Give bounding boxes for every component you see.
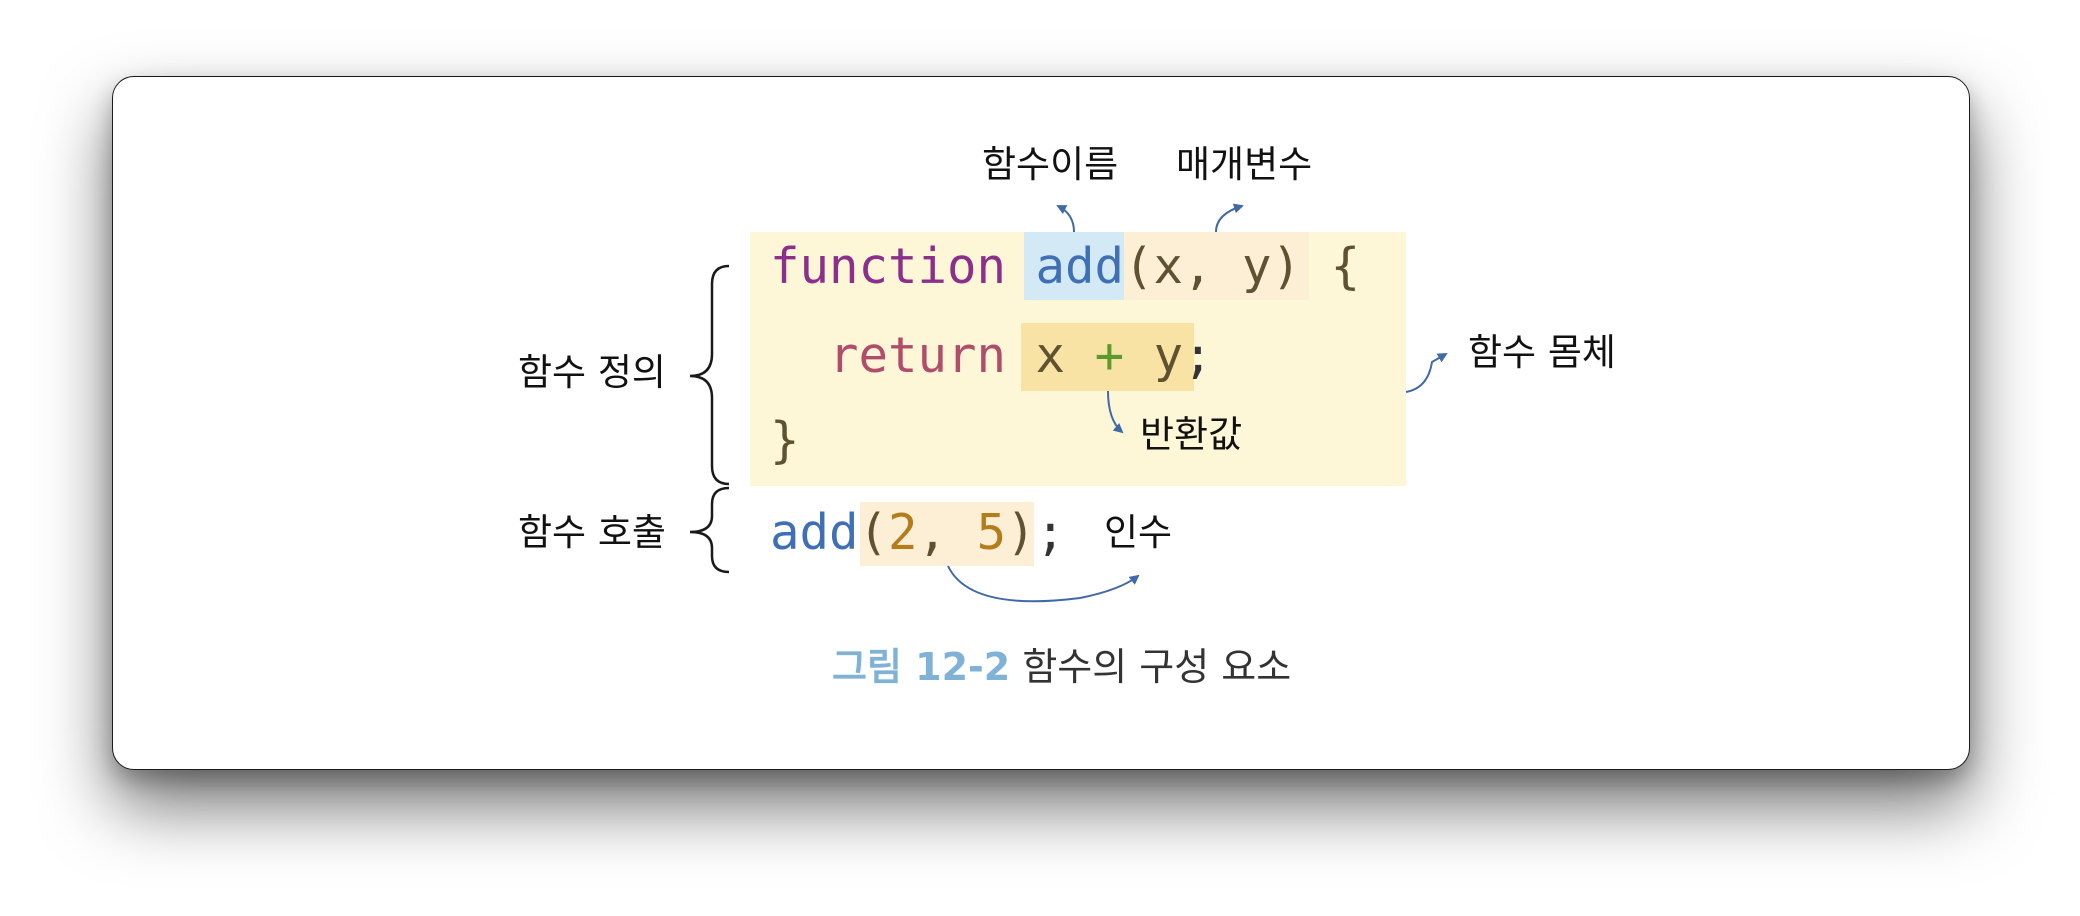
definition-brace: [689, 264, 730, 486]
function-name-arrow: [1056, 205, 1075, 233]
parameters-arrow: [1215, 203, 1244, 233]
function-body-arrow: [1405, 353, 1448, 393]
annotation-overlay: [689, 203, 1448, 603]
arguments-arrow: [947, 565, 1140, 603]
return-value-arrow: [1107, 390, 1124, 434]
call-brace: [689, 486, 730, 574]
